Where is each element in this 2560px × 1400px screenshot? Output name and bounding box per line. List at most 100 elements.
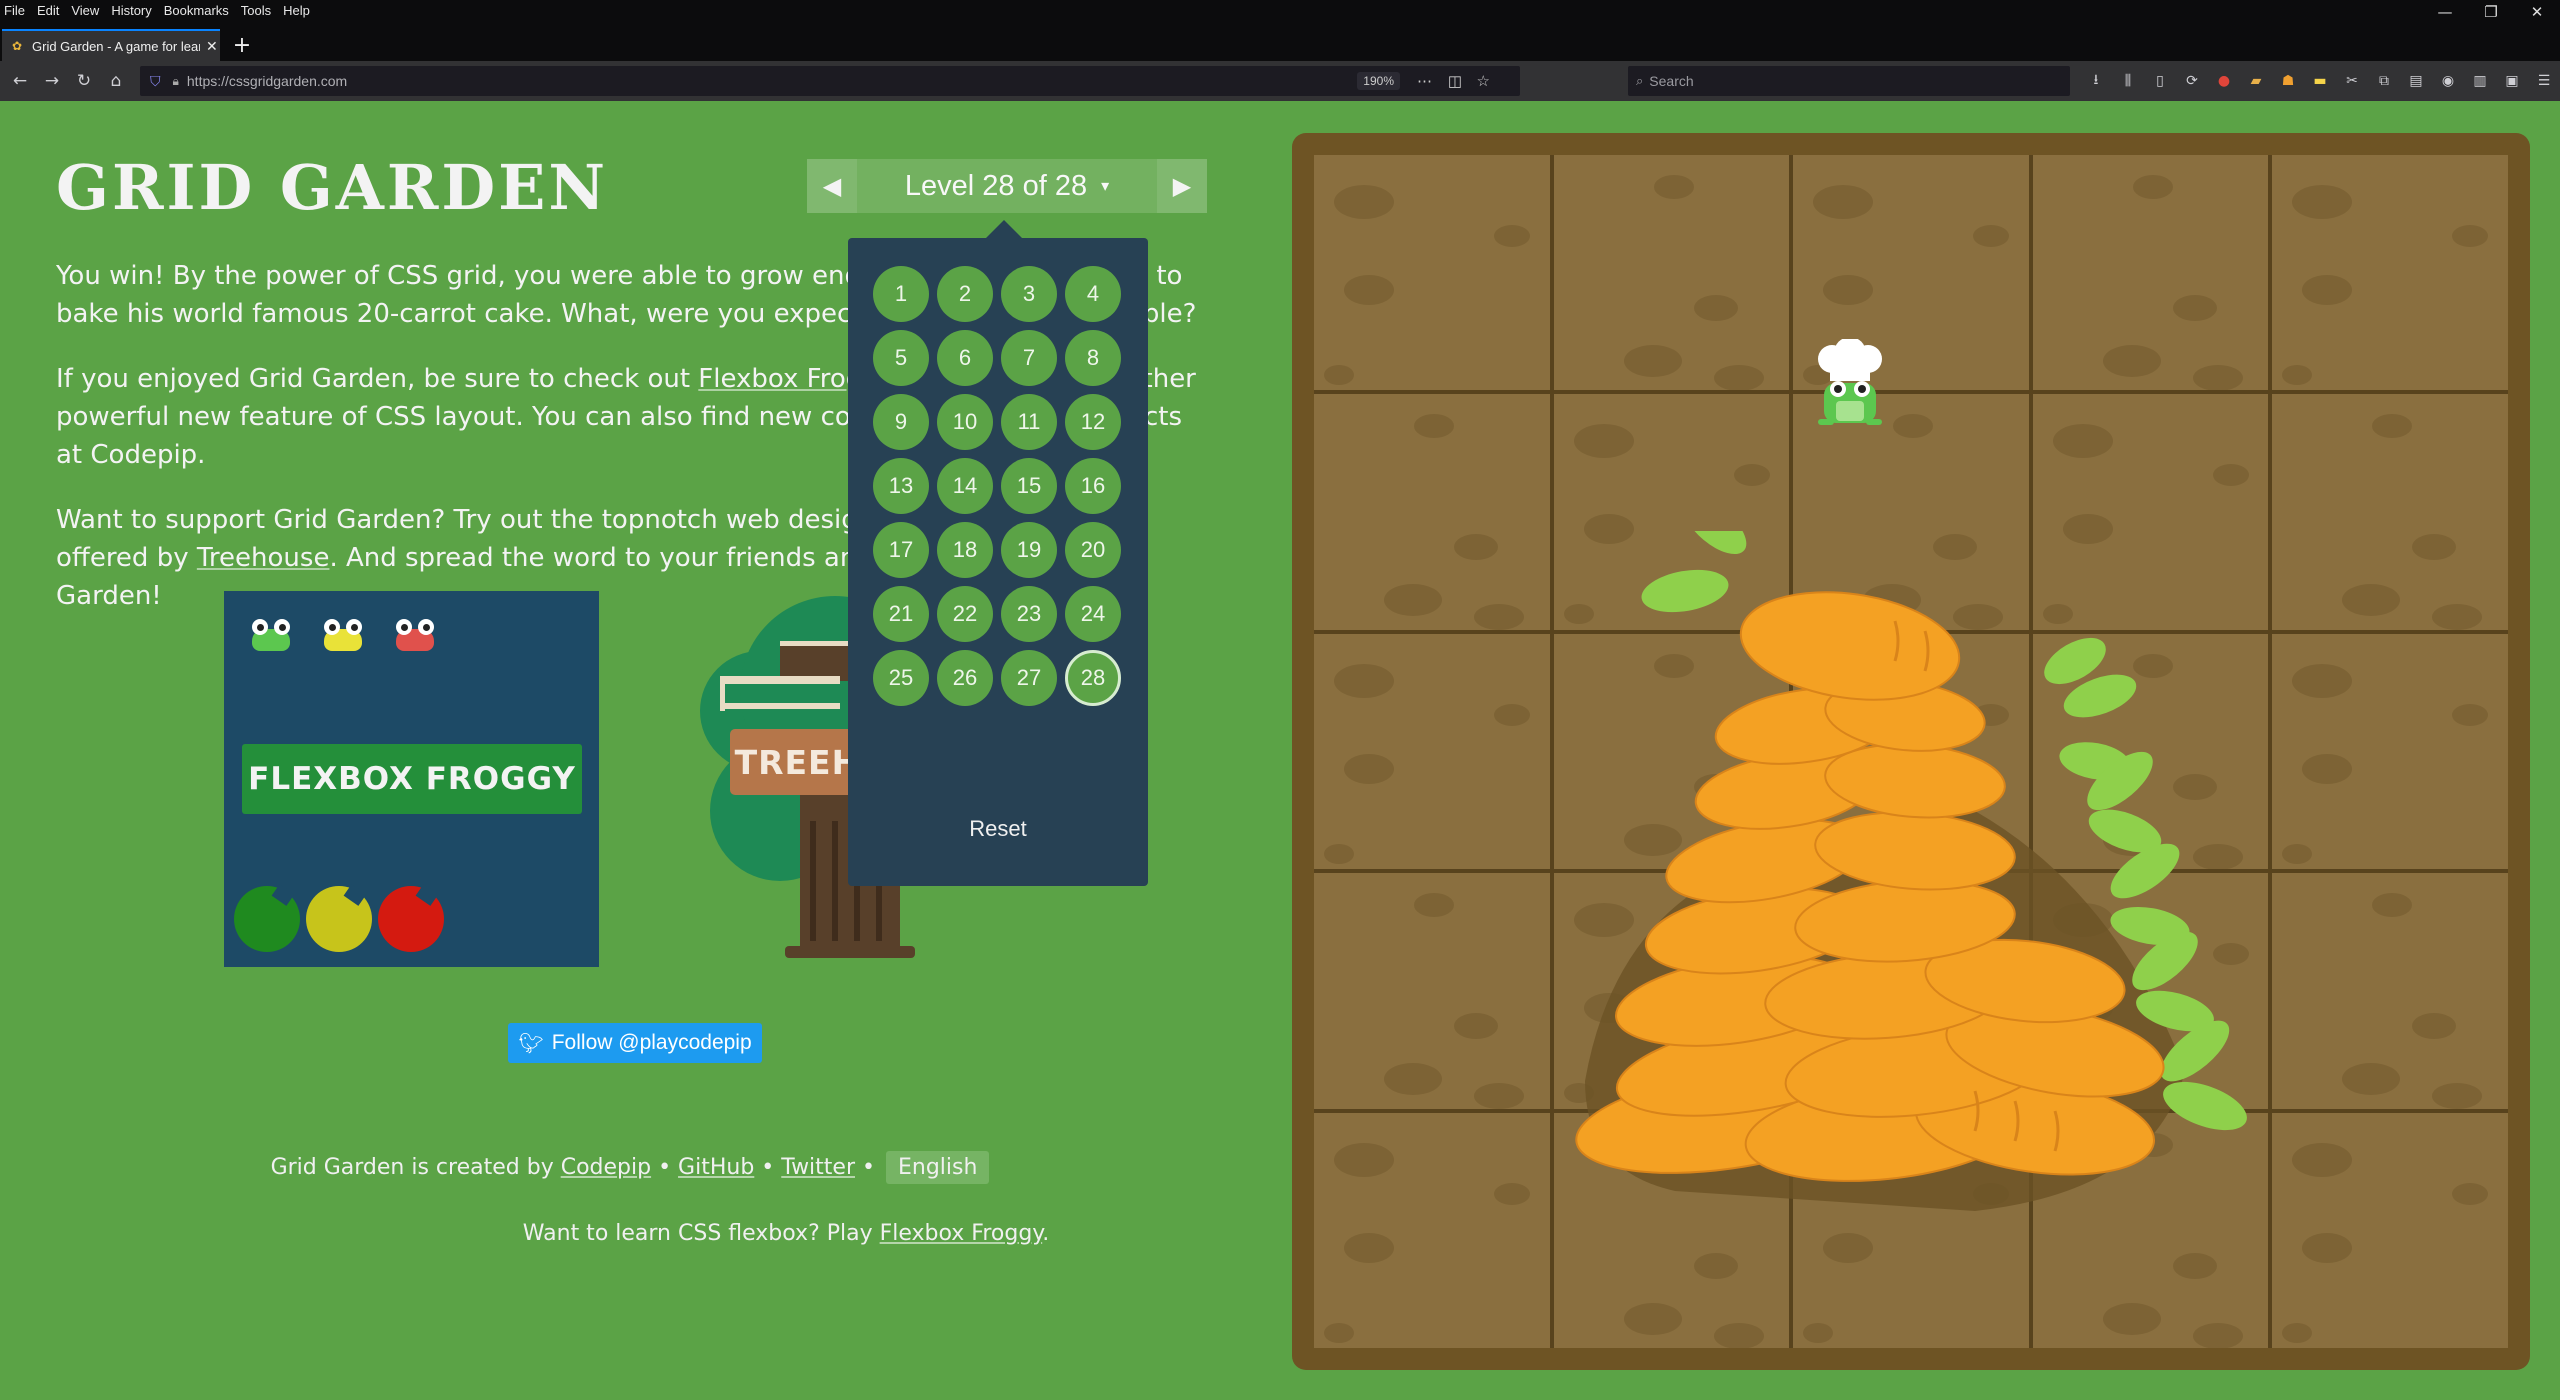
level-button[interactable]: 24 bbox=[1065, 586, 1121, 642]
back-icon[interactable]: ← bbox=[4, 65, 36, 97]
garden-cell bbox=[2032, 155, 2269, 391]
garden-cell bbox=[1314, 155, 1550, 391]
green-frog-icon bbox=[248, 619, 294, 653]
level-button[interactable]: 11 bbox=[1001, 394, 1057, 450]
extension-bars-icon[interactable]: ▥ bbox=[2464, 65, 2496, 97]
carrot-favicon-icon: ✿ bbox=[11, 39, 23, 53]
search-icon: ⌕ bbox=[1636, 73, 1644, 88]
extension-red-icon[interactable]: ● bbox=[2208, 65, 2240, 97]
library-icon[interactable]: ⫼ bbox=[2112, 65, 2144, 97]
tab-title: Grid Garden - A game for learn bbox=[32, 38, 200, 54]
level-button[interactable]: 12 bbox=[1065, 394, 1121, 450]
menu-bar: File Edit View History Bookmarks Tools H… bbox=[0, 0, 2560, 21]
extension-yellow-icon[interactable]: ▬ bbox=[2304, 65, 2336, 97]
extension-clipboard-icon[interactable]: ▤ bbox=[2400, 65, 2432, 97]
reset-button[interactable]: Reset bbox=[848, 816, 1148, 842]
level-button[interactable]: 20 bbox=[1065, 522, 1121, 578]
previous-level-button[interactable]: ◀ bbox=[807, 159, 857, 213]
extension-copy-icon[interactable]: ⧉ bbox=[2368, 65, 2400, 97]
garden-cell bbox=[2272, 394, 2508, 630]
credits-line: Grid Garden is created by Codepip • GitH… bbox=[0, 1151, 1260, 1184]
level-button[interactable]: 5 bbox=[873, 330, 929, 386]
navigation-bar: ← → ↻ ⌂ ⛉ 🔒︎ https://cssgridgarden.com 1… bbox=[0, 61, 2560, 101]
menu-edit[interactable]: Edit bbox=[31, 3, 65, 18]
sidebar-icon[interactable]: ▯ bbox=[2144, 65, 2176, 97]
tracking-shield-icon[interactable]: ⛉ bbox=[150, 73, 161, 90]
carrot-cake-pile bbox=[1575, 531, 2247, 1211]
menu-bookmarks[interactable]: Bookmarks bbox=[158, 3, 235, 18]
menu-view[interactable]: View bbox=[65, 3, 105, 18]
garden-cell bbox=[1553, 155, 1790, 391]
extension-circle-icon[interactable]: ◉ bbox=[2432, 65, 2464, 97]
extension-square-icon[interactable]: ▣ bbox=[2496, 65, 2528, 97]
level-button[interactable]: 19 bbox=[1001, 522, 1057, 578]
lock-icon[interactable]: 🔒︎ bbox=[173, 74, 179, 89]
level-button[interactable]: 18 bbox=[937, 522, 993, 578]
menu-hamburger-icon[interactable]: ☰ bbox=[2528, 65, 2560, 97]
tab-close-icon[interactable]: ✕ bbox=[206, 38, 218, 55]
level-button[interactable]: 7 bbox=[1001, 330, 1057, 386]
red-frog-icon bbox=[392, 619, 438, 653]
menu-help[interactable]: Help bbox=[277, 3, 316, 18]
level-button[interactable]: 14 bbox=[937, 458, 993, 514]
language-select[interactable]: English bbox=[885, 1151, 990, 1184]
toolbar-icons: ⭳ ⫼ ▯ ⟳ ● ▰ ☗ ▬ ✂ ⧉ ▤ ◉ ▥ ▣ ☰ bbox=[2080, 65, 2560, 97]
menu-history[interactable]: History bbox=[105, 3, 157, 18]
level-dropdown: 1 2 3 4 5 6 7 8 9 10 11 12 13 14 15 16 17 18 19 20 21 22 23 24 2… bbox=[848, 220, 1148, 886]
level-button[interactable]: 23 bbox=[1001, 586, 1057, 642]
level-button[interactable]: 15 bbox=[1001, 458, 1057, 514]
twitter-follow-button[interactable]: 🐦︎ Follow @playcodepip bbox=[508, 1023, 762, 1063]
next-level-button[interactable]: ▶ bbox=[1157, 159, 1207, 213]
follow-label: Follow @playcodepip bbox=[551, 1031, 752, 1054]
home-icon[interactable]: ⌂ bbox=[100, 65, 132, 97]
reload-icon[interactable]: ↻ bbox=[68, 65, 100, 97]
garden-cell bbox=[1314, 633, 1550, 870]
download-icon[interactable]: ⭳ bbox=[2080, 65, 2112, 97]
level-button[interactable]: 26 bbox=[937, 650, 993, 706]
level-button[interactable]: 16 bbox=[1065, 458, 1121, 514]
forward-icon[interactable]: → bbox=[36, 65, 68, 97]
address-bar[interactable]: ⛉ 🔒︎ https://cssgridgarden.com 190% ⋯ ◫ … bbox=[140, 66, 1520, 96]
level-label: Level 28 of 28 bbox=[904, 169, 1088, 202]
level-grid: 1 2 3 4 5 6 7 8 9 10 11 12 13 14 15 16 17 18 19 20 21 22 23 24 2… bbox=[873, 266, 1133, 706]
level-indicator[interactable]: Level 28 of 28 ▾ bbox=[857, 159, 1157, 213]
extension-cut-icon[interactable]: ✂ bbox=[2336, 65, 2368, 97]
extension-folder-icon[interactable]: ▰ bbox=[2240, 65, 2272, 97]
level-button[interactable]: 17 bbox=[873, 522, 929, 578]
level-button[interactable]: 25 bbox=[873, 650, 929, 706]
level-button[interactable]: 13 bbox=[873, 458, 929, 514]
level-button[interactable]: 8 bbox=[1065, 330, 1121, 386]
codepip-link[interactable]: Codepip bbox=[561, 1155, 651, 1180]
pocket-icon[interactable]: ◫ bbox=[1448, 72, 1462, 90]
twitter-link[interactable]: Twitter bbox=[781, 1155, 855, 1180]
flexbox-froggy-promo[interactable]: FLEXBOX FROGGY bbox=[224, 591, 599, 967]
treehouse-link[interactable]: Treehouse bbox=[197, 543, 330, 573]
page-actions-icon[interactable]: ⋯ bbox=[1417, 72, 1432, 90]
level-button[interactable]: 3 bbox=[1001, 266, 1057, 322]
green-lilypad-icon bbox=[234, 886, 300, 952]
level-button[interactable]: 4 bbox=[1065, 266, 1121, 322]
extension-sync-icon[interactable]: ⟳ bbox=[2176, 65, 2208, 97]
level-button[interactable]: 6 bbox=[937, 330, 993, 386]
twitter-bird-icon: 🐦︎ bbox=[518, 1032, 544, 1055]
bookmark-star-icon[interactable]: ☆ bbox=[1477, 72, 1490, 90]
caret-down-icon: ▾ bbox=[1101, 178, 1110, 195]
menu-file[interactable]: File bbox=[0, 3, 31, 18]
level-button[interactable]: 28 bbox=[1065, 650, 1121, 706]
menu-tools[interactable]: Tools bbox=[235, 3, 277, 18]
github-link[interactable]: GitHub bbox=[678, 1155, 754, 1180]
tab-grid-garden[interactable]: ✿ Grid Garden - A game for learn ✕ bbox=[2, 29, 220, 61]
new-tab-button[interactable]: + bbox=[230, 31, 254, 59]
extension-person-icon[interactable]: ☗ bbox=[2272, 65, 2304, 97]
level-button[interactable]: 22 bbox=[937, 586, 993, 642]
level-button[interactable]: 1 bbox=[873, 266, 929, 322]
level-button[interactable]: 27 bbox=[1001, 650, 1057, 706]
level-button[interactable]: 2 bbox=[937, 266, 993, 322]
level-button[interactable]: 21 bbox=[873, 586, 929, 642]
zoom-level[interactable]: 190% bbox=[1357, 72, 1400, 90]
flexbox-froggy-logo: FLEXBOX FROGGY bbox=[242, 744, 582, 814]
level-button[interactable]: 10 bbox=[937, 394, 993, 450]
level-button[interactable]: 9 bbox=[873, 394, 929, 450]
promo-flexbox-froggy-link[interactable]: Flexbox Froggy bbox=[880, 1221, 1043, 1246]
search-bar[interactable]: ⌕ Search bbox=[1628, 66, 2070, 96]
